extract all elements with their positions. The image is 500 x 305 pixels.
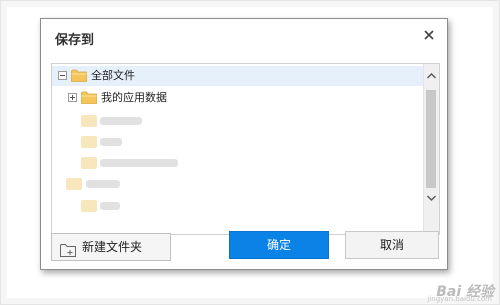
watermark-url: jingyan.baidu.com <box>427 295 492 303</box>
dialog-title: 保存到 <box>55 33 95 48</box>
new-folder-label: 新建文件夹 <box>82 240 143 254</box>
close-icon[interactable] <box>421 27 437 43</box>
vertical-scrollbar[interactable] <box>423 64 439 234</box>
collapse-toggle-icon[interactable] <box>58 71 67 80</box>
new-folder-button[interactable]: 新建文件夹 <box>51 233 171 261</box>
folder-icon <box>71 69 87 82</box>
new-folder-icon <box>60 240 76 257</box>
save-to-dialog: 保存到 全部文件 我的应用数据 新建文件夹 确定 取消 <box>40 18 448 270</box>
tree-item-my-app-data[interactable]: 我的应用数据 <box>52 88 252 108</box>
folder-icon <box>81 91 97 104</box>
scroll-thumb[interactable] <box>426 90 436 188</box>
expand-toggle-icon[interactable] <box>68 93 77 102</box>
tree-item-label: 全部文件 <box>91 69 135 82</box>
folder-tree[interactable]: 全部文件 我的应用数据 <box>51 63 440 235</box>
confirm-button[interactable]: 确定 <box>229 231 329 259</box>
scroll-down-icon[interactable] <box>424 190 439 206</box>
tree-item-label: 我的应用数据 <box>101 91 167 104</box>
cancel-button[interactable]: 取消 <box>345 231 439 259</box>
scroll-up-icon[interactable] <box>424 68 439 84</box>
tree-item-all-files[interactable]: 全部文件 <box>52 66 424 86</box>
